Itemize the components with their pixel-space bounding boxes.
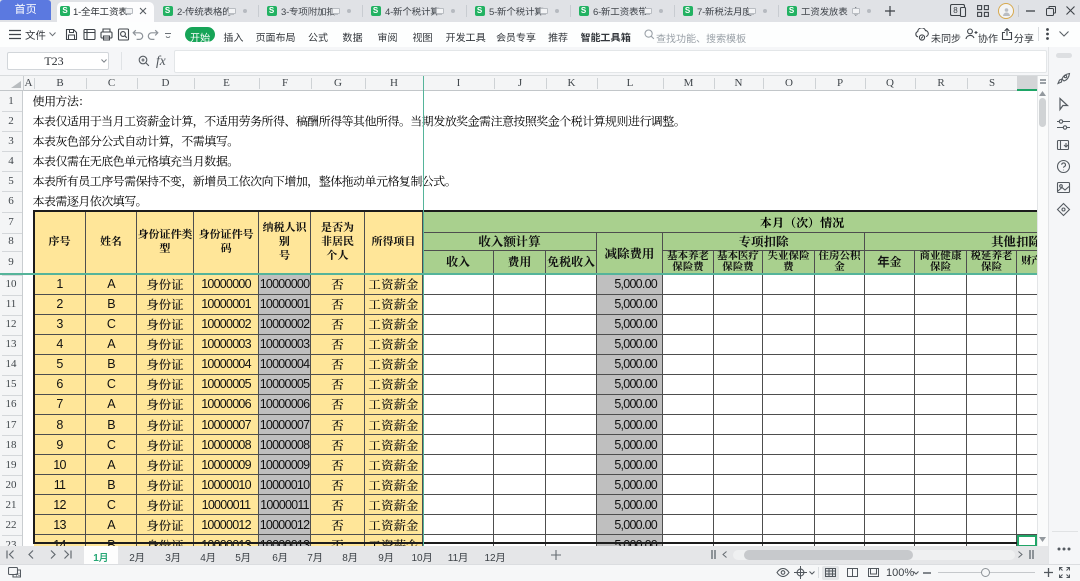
svg-text:8: 8 (953, 6, 958, 15)
svg-text:JS: JS (15, 574, 22, 579)
